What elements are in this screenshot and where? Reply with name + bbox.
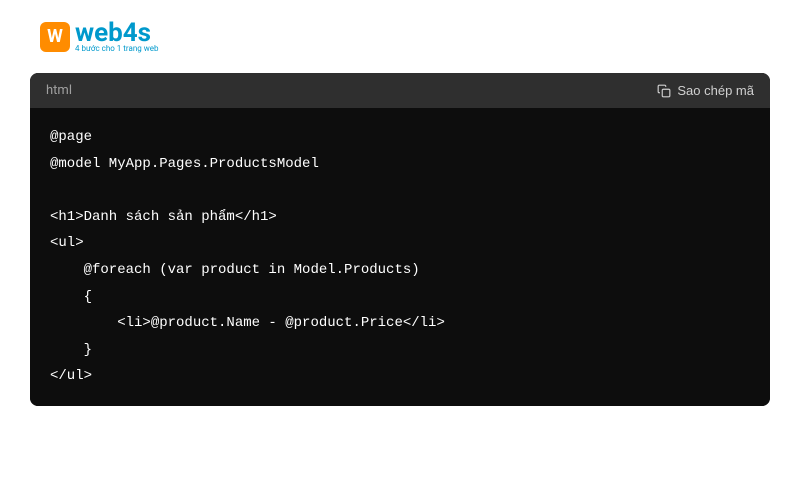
copy-code-button[interactable]: Sao chép mã [657, 83, 754, 98]
copy-button-label: Sao chép mã [677, 83, 754, 98]
logo-icon: W [40, 22, 70, 52]
logo-subtitle: 4 bước cho 1 trang web [75, 44, 158, 53]
code-content: @page @model MyApp.Pages.ProductsModel <… [30, 108, 770, 406]
code-block: html Sao chép mã @page @model MyApp.Page… [30, 73, 770, 406]
logo-text-wrapper: web4s 4 bước cho 1 trang web [75, 20, 158, 53]
code-language-label: html [46, 83, 72, 98]
copy-icon [657, 84, 671, 98]
logo: W web4s 4 bước cho 1 trang web [40, 20, 780, 53]
code-header: html Sao chép mã [30, 73, 770, 108]
